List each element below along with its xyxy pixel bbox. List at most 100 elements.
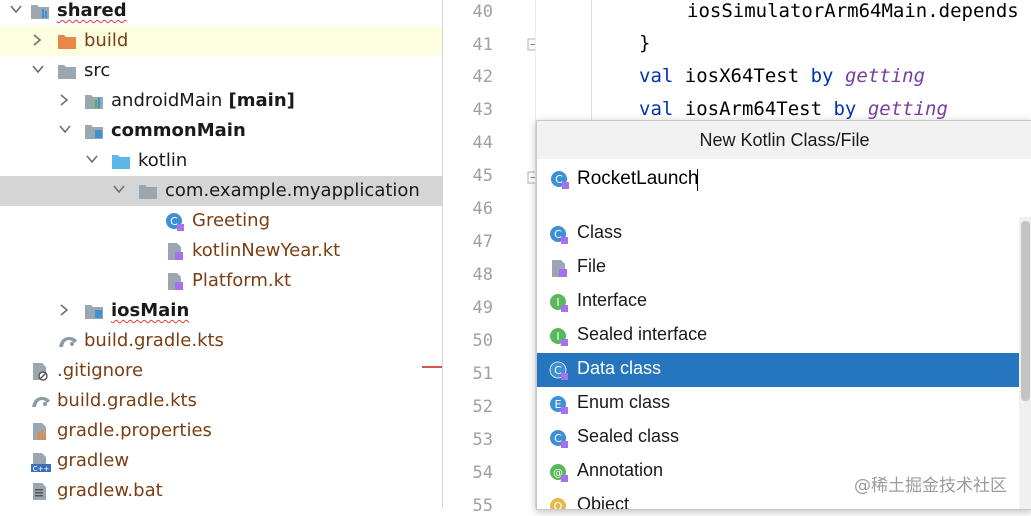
gutter-change-marker <box>422 366 442 368</box>
tree-row-gradlew[interactable]: C++ gradlew <box>0 446 442 476</box>
line-number: 54 <box>472 463 493 483</box>
line-number: 41 <box>472 35 493 55</box>
tree-label: shared <box>57 0 127 21</box>
tree-label: build.gradle.kts <box>84 330 224 351</box>
source-set-folder-icon <box>84 92 103 110</box>
line-number: 49 <box>472 298 493 318</box>
tree-label: kotlin <box>138 150 188 171</box>
kind-option-label: Annotation <box>577 460 664 480</box>
sealed-class-icon: C <box>549 429 568 448</box>
kind-option-sealed-class[interactable]: C Sealed class <box>537 421 1019 455</box>
kind-option-label: Class <box>577 222 623 242</box>
class-name-input[interactable] <box>577 165 997 193</box>
class-icon: C <box>549 225 568 244</box>
kind-option-interface[interactable]: I Interface <box>537 285 1019 319</box>
project-tree: shared build src androidMain [main] comm… <box>0 0 443 508</box>
tree-row-shared[interactable]: shared <box>0 0 442 26</box>
class-name-field[interactable]: C <box>537 161 1031 197</box>
tree-row-androidmain[interactable]: androidMain [main] <box>0 86 442 116</box>
tree-row-platform[interactable]: Platform.kt <box>0 266 442 296</box>
module-folder-icon <box>30 2 49 20</box>
kind-list[interactable]: C Class File I Interface I Sealed interf… <box>537 217 1019 509</box>
kind-option-file[interactable]: File <box>537 251 1019 285</box>
svg-text:C: C <box>170 215 178 228</box>
tree-row-build-gradle-shared[interactable]: build.gradle.kts <box>0 326 442 356</box>
chevron-down-icon[interactable] <box>113 184 125 194</box>
tree-label: iosMain <box>111 300 190 321</box>
kind-option-label: Interface <box>577 290 648 310</box>
line-number: 55 <box>472 496 493 516</box>
tree-label: kotlinNewYear.kt <box>192 240 341 261</box>
code-line-42: val iosX64Test by getting <box>639 65 926 87</box>
text-file-icon <box>30 482 48 500</box>
svg-text:C++: C++ <box>33 465 50 472</box>
chevron-down-icon[interactable] <box>32 64 44 74</box>
object-icon: O <box>549 497 567 510</box>
kind-option-label: Enum class <box>577 392 671 412</box>
kind-option-label: Sealed interface <box>577 324 708 344</box>
tree-label: gradlew.bat <box>57 480 163 501</box>
svg-text:C: C <box>554 364 562 377</box>
kind-option-label: Data class <box>577 358 662 378</box>
gradle-icon <box>30 392 50 410</box>
line-number: 50 <box>472 331 493 351</box>
line-number: 46 <box>472 199 493 219</box>
line-number: 45 <box>472 166 493 186</box>
kotlin-class-icon: C <box>550 170 569 189</box>
svg-text:I: I <box>556 296 559 309</box>
gradle-icon <box>57 332 77 350</box>
tree-label: Greeting <box>192 210 270 231</box>
text-caret <box>697 169 698 191</box>
tree-row-build[interactable]: build <box>0 26 442 56</box>
source-set-folder-icon <box>84 302 103 320</box>
code-line-43: val iosArm64Test by getting <box>639 98 948 120</box>
tree-label: commonMain <box>111 120 246 141</box>
svg-text:O: O <box>554 500 563 510</box>
chevron-right-icon[interactable] <box>59 304 69 316</box>
chevron-down-icon[interactable] <box>10 4 22 14</box>
svg-text:C: C <box>554 228 562 241</box>
tree-label: androidMain [main] <box>111 90 295 111</box>
chevron-right-icon[interactable] <box>59 94 69 106</box>
svg-text:I: I <box>556 330 559 343</box>
tree-row-package[interactable]: com.example.myapplication <box>0 176 442 206</box>
tree-row-greeting[interactable]: C Greeting <box>0 206 442 236</box>
editor-gutter: 40 41 42 43 44 45 46 47 48 49 50 51 52 5… <box>443 0 540 516</box>
tree-label: build.gradle.kts <box>57 390 197 411</box>
tree-row-gradlew-bat[interactable]: gradlew.bat <box>0 476 442 506</box>
tree-row-kotlinnewyear[interactable]: kotlinNewYear.kt <box>0 236 442 266</box>
source-set-folder-icon <box>84 122 103 140</box>
kind-option-data-class[interactable]: C Data class <box>537 353 1019 387</box>
annotation-icon: @ <box>549 463 568 482</box>
tree-row-src[interactable]: src <box>0 56 442 86</box>
kotlin-class-icon: C <box>165 212 184 231</box>
chevron-down-icon[interactable] <box>59 124 71 134</box>
code-line-40: iosSimulatorArm64Main.depends <box>687 0 1019 22</box>
properties-file-icon <box>30 422 48 440</box>
line-number: 42 <box>472 67 493 87</box>
svg-text:C: C <box>555 173 563 186</box>
kotlin-file-icon <box>165 242 183 260</box>
kind-option-label: Sealed class <box>577 426 680 446</box>
dialog-title: New Kotlin Class/File <box>537 121 1031 159</box>
tree-row-iosmain[interactable]: iosMain <box>0 296 442 326</box>
tree-row-commonmain[interactable]: commonMain <box>0 116 442 146</box>
scrollbar-thumb[interactable] <box>1021 221 1030 401</box>
kind-option-enum-class[interactable]: E Enum class <box>537 387 1019 421</box>
folder-icon <box>57 62 76 80</box>
tree-row-gitignore[interactable]: .gitignore <box>0 356 442 386</box>
tree-row-kotlin[interactable]: kotlin <box>0 146 442 176</box>
chevron-down-icon[interactable] <box>86 154 98 164</box>
data-class-icon: C <box>549 361 568 380</box>
svg-text:E: E <box>555 398 562 411</box>
chevron-right-icon[interactable] <box>32 34 42 46</box>
new-kotlin-class-dialog: New Kotlin Class/File C C Class File I I… <box>536 120 1031 510</box>
build-folder-icon <box>57 32 76 50</box>
tree-row-build-gradle-root[interactable]: build.gradle.kts <box>0 386 442 416</box>
list-scrollbar[interactable] <box>1019 217 1031 509</box>
source-root-folder-icon <box>111 152 130 170</box>
line-number: 51 <box>472 364 493 384</box>
kind-option-class[interactable]: C Class <box>537 217 1019 251</box>
kind-option-sealed-interface[interactable]: I Sealed interface <box>537 319 1019 353</box>
tree-row-gradle-properties[interactable]: gradle.properties <box>0 416 442 446</box>
